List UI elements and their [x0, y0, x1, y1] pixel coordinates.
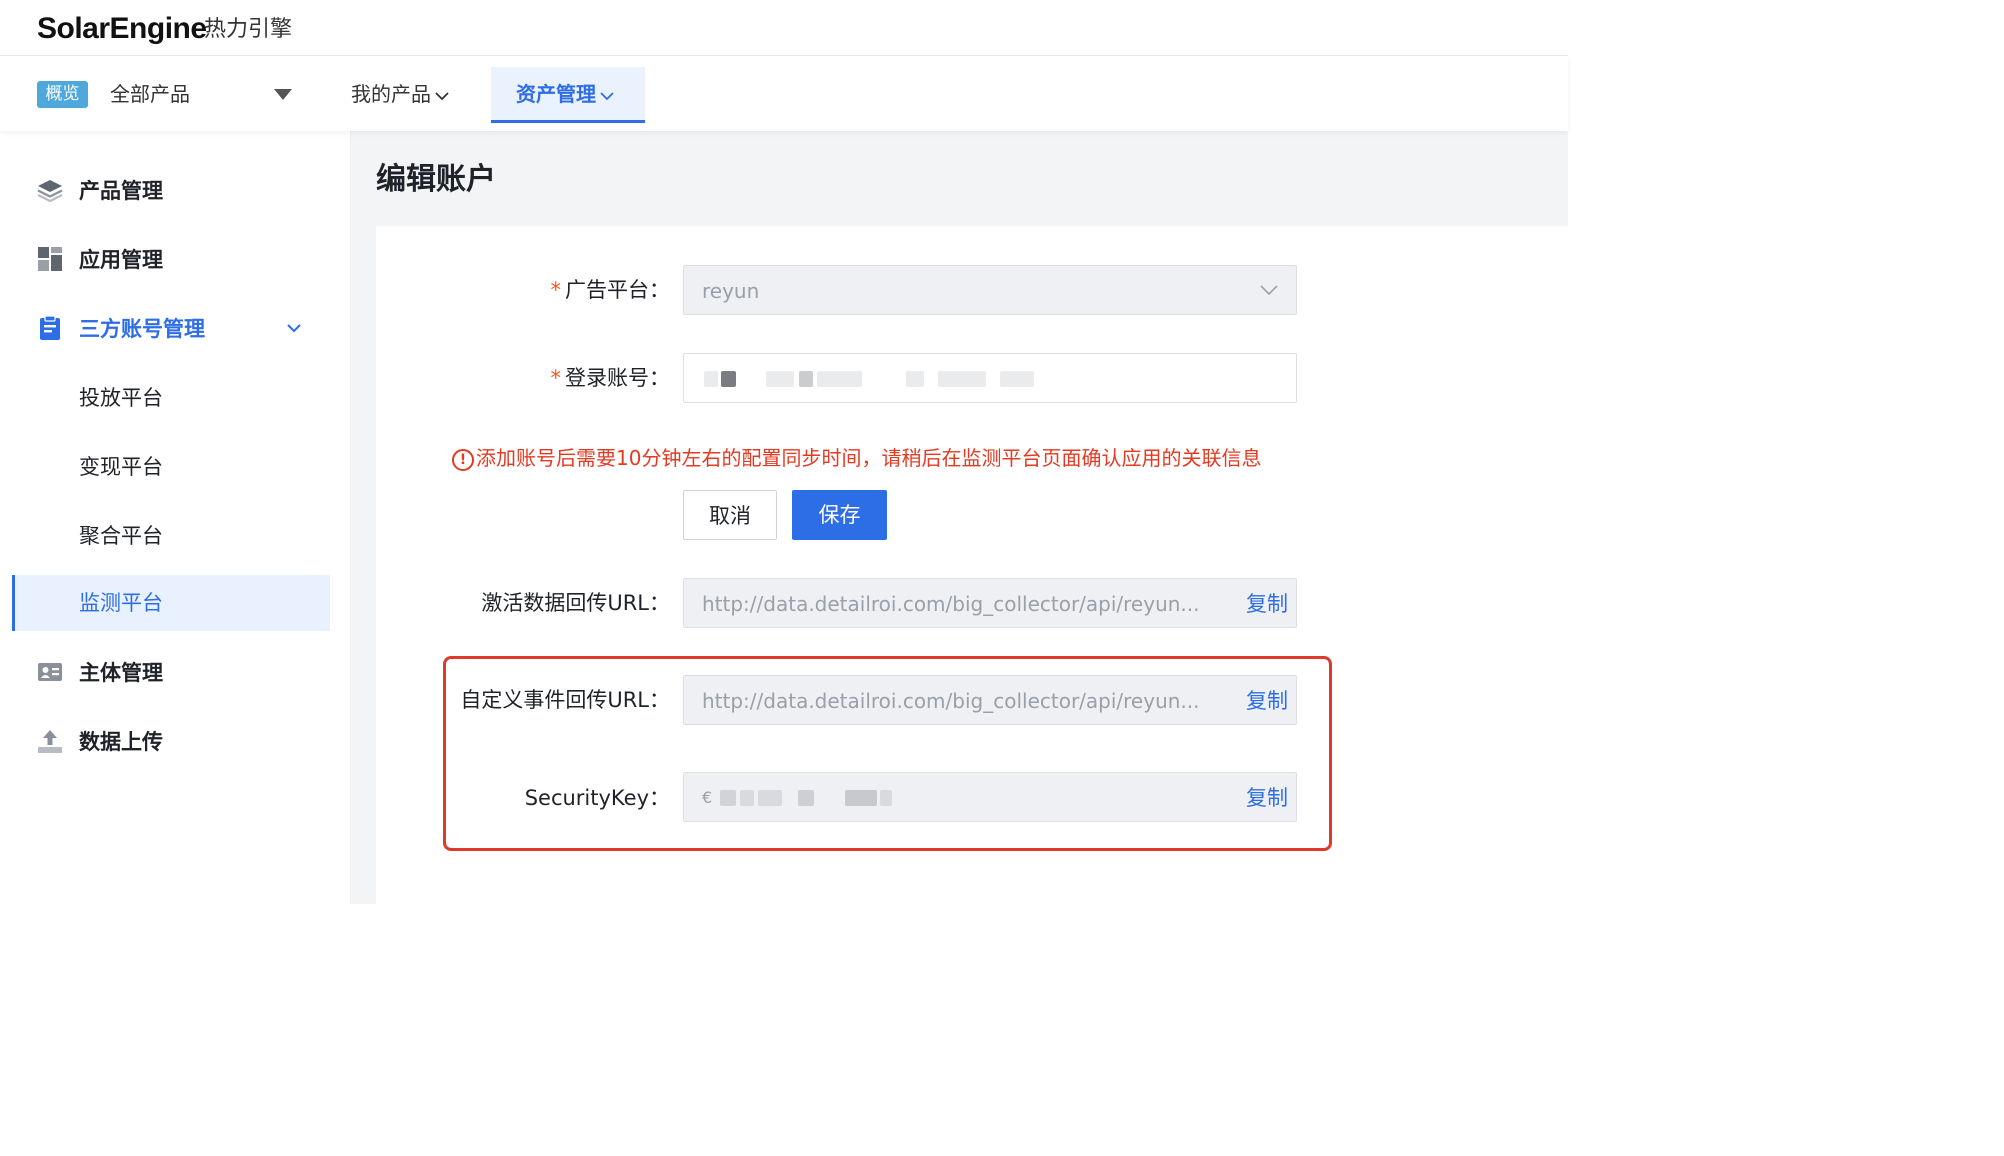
redacted-block [799, 371, 813, 387]
redacted-block [740, 790, 754, 806]
redacted-block [845, 790, 877, 806]
ad-platform-value: reyun [702, 279, 760, 303]
sidebar-item-label: 投放平台 [79, 386, 163, 410]
nav-asset-management-label[interactable]: 资产管理 [516, 81, 614, 108]
sync-warning-text: 添加账号后需要10分钟左右的配置同步时间，请稍后在监测平台页面确认应用的关联信息 [476, 446, 1262, 470]
chevron-down-icon [435, 91, 449, 100]
sidebar-item-label: 应用管理 [79, 248, 163, 272]
chevron-down-icon [1260, 285, 1278, 296]
brand-bar: SolarEngine 热力引擎 [0, 0, 1568, 56]
sidebar-item-ad-platform[interactable]: 投放平台 [0, 370, 330, 426]
nav-my-products-label: 我的产品 [351, 82, 431, 106]
security-key-label: SecurityKey： [524, 786, 670, 810]
sync-warning: ! 添加账号后需要10分钟左右的配置同步时间，请稍后在监测平台页面确认应用的关联信… [452, 444, 1261, 472]
sidebar-item-app-management[interactable]: 应用管理 [0, 232, 330, 288]
copy-activation-url-button[interactable]: 复制 [1246, 590, 1288, 618]
nav-my-products[interactable]: 我的产品 [351, 81, 449, 108]
sidebar-item-product-management[interactable]: 产品管理 [0, 163, 330, 219]
ad-platform-label-text: 广告平台： [565, 278, 670, 302]
sidebar-item-label: 产品管理 [79, 179, 163, 203]
custom-event-url-field[interactable]: http://data.detailroi.com/big_collector/… [683, 675, 1297, 725]
login-account-input[interactable] [683, 353, 1297, 403]
redacted-block [906, 371, 924, 387]
sidebar-item-label: 监测平台 [79, 591, 163, 615]
redacted-block [1000, 371, 1034, 387]
ad-platform-label: * 广告平台： [420, 276, 671, 304]
sidebar-item-label: 变现平台 [79, 455, 163, 479]
alert-circle-icon: ! [452, 448, 474, 471]
nav-asset-label: 资产管理 [516, 82, 596, 106]
sidebar-item-third-party-accounts[interactable]: 三方账号管理 [0, 301, 330, 357]
login-account-label-text: 登录账号： [565, 366, 670, 390]
logo[interactable]: SolarEngine [37, 10, 207, 48]
activation-url-label: 激活数据回传URL： [481, 591, 670, 615]
caret-down-icon[interactable] [274, 89, 292, 100]
redacted-block [721, 371, 736, 387]
chevron-down-icon [600, 91, 614, 100]
redacted-block [880, 790, 892, 806]
sidebar-item-entity-management[interactable]: 主体管理 [0, 645, 330, 701]
required-mark: * [550, 278, 562, 302]
page-title: 编辑账户 [376, 162, 496, 197]
upload-icon [38, 730, 62, 753]
save-button[interactable]: 保存 [792, 490, 887, 540]
redacted-block [758, 790, 782, 806]
ad-platform-select[interactable]: reyun [683, 265, 1297, 315]
custom-event-url-value: http://data.detailroi.com/big_collector/… [702, 689, 1200, 713]
redacted-block [938, 371, 986, 387]
sidebar-item-label: 三方账号管理 [79, 317, 205, 341]
custom-event-url-label: 自定义事件回传URL： [460, 688, 670, 712]
apps-grid-icon [38, 247, 62, 271]
activation-url-field[interactable]: http://data.detailroi.com/big_collector/… [683, 578, 1297, 628]
sidebar-item-aggregation-platform[interactable]: 聚合平台 [0, 508, 330, 564]
copy-security-key-button[interactable]: 复制 [1246, 784, 1288, 812]
sidebar: 产品管理 应用管理 三方账号管理 投放平台 变现平台 聚合平台 监测平台 主体管… [0, 131, 351, 904]
copy-custom-event-url-button[interactable]: 复制 [1246, 687, 1288, 715]
activation-url-value: http://data.detailroi.com/big_collector/… [702, 592, 1200, 616]
overview-badge[interactable]: 概览 [37, 81, 88, 108]
redacted-block [817, 371, 862, 387]
chevron-down-icon[interactable] [287, 323, 301, 333]
redacted-block [798, 790, 814, 806]
required-mark: * [550, 366, 562, 390]
sidebar-item-label: 聚合平台 [79, 524, 163, 548]
id-card-icon [38, 663, 62, 681]
redacted-block [704, 371, 718, 387]
cancel-button[interactable]: 取消 [683, 490, 777, 540]
redacted-block [766, 371, 794, 387]
clipboard-icon [40, 315, 60, 340]
sidebar-item-label: 数据上传 [79, 730, 163, 754]
sidebar-item-monetization-platform[interactable]: 变现平台 [0, 439, 330, 495]
sidebar-item-label: 主体管理 [79, 661, 163, 685]
sidebar-item-data-upload[interactable]: 数据上传 [0, 714, 330, 770]
security-key-value: € [702, 788, 713, 807]
sidebar-item-monitoring-platform[interactable]: 监测平台 [12, 575, 330, 631]
security-key-field[interactable]: € 复制 [683, 772, 1297, 822]
logo-subtitle: 热力引擎 [204, 17, 293, 42]
layers-icon [37, 180, 63, 203]
login-account-label: * 登录账号： [420, 364, 671, 392]
product-select[interactable]: 全部产品 [110, 81, 190, 108]
top-nav: 概览 全部产品 我的产品 资产管理 [0, 56, 1568, 131]
redacted-block [720, 790, 736, 806]
